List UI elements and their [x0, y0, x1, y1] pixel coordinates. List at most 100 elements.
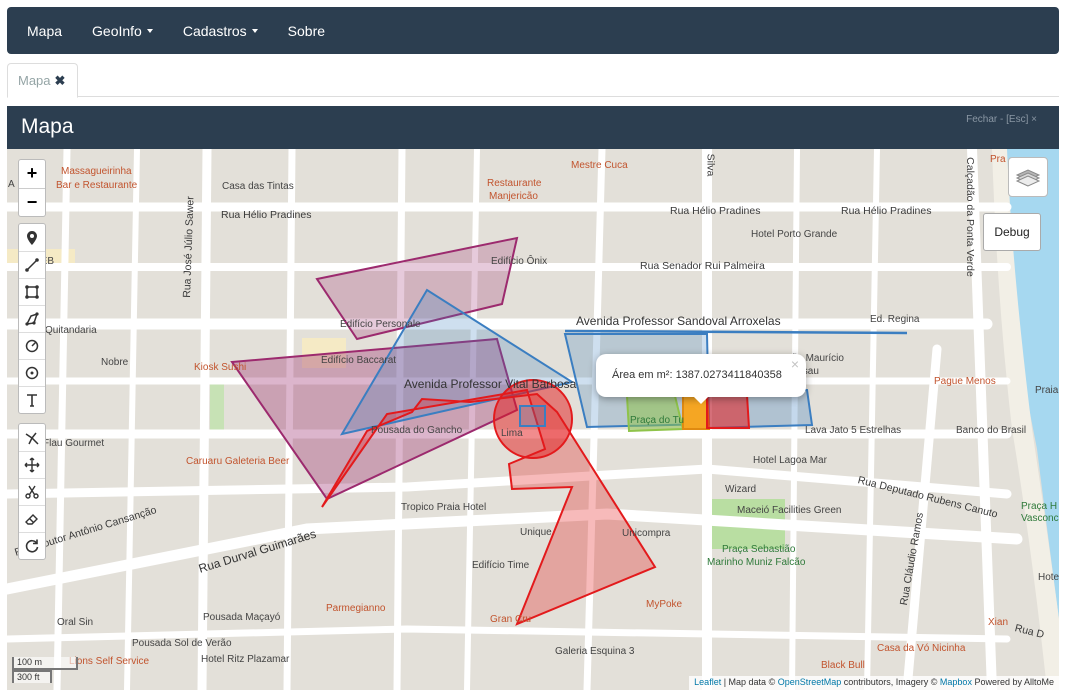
- map-label: Rua Hélio Pradines: [221, 209, 312, 221]
- area-popup: Área em m²: 1387.0273411840358 ×: [596, 354, 806, 404]
- nav-geoinfo-label: GeoInfo: [92, 22, 142, 39]
- map-label: Oral Sin: [57, 617, 94, 628]
- top-navbar: Mapa GeoInfo Cadastros Sobre: [7, 7, 1059, 54]
- attribution-text: Powered by AlltoMe: [971, 677, 1054, 687]
- nav-cadastros-label: Cadastros: [182, 22, 247, 39]
- cut-icon[interactable]: [19, 424, 45, 451]
- map-label: Black Bull: [821, 660, 865, 671]
- attribution-text: | Map data ©: [721, 677, 778, 687]
- map-label: Avenida Professor Vital Barbosa: [404, 377, 577, 391]
- map-label: Gran Cru: [490, 614, 532, 625]
- map-label: Praça Sebastião: [722, 544, 796, 555]
- map-label: Caruaru Galeteria Beer: [186, 456, 290, 467]
- map-label: Edifício Ônix: [491, 256, 548, 267]
- map-label: Edifício Baccarat: [321, 355, 397, 366]
- map-label: Lions Self Service: [69, 656, 150, 667]
- panel-header: Mapa Fechar - [Esc] ×: [7, 106, 1059, 149]
- tab-mapa-label: Mapa: [18, 73, 51, 88]
- map-label: Mestre Cuca: [571, 160, 628, 171]
- map-label: A: [8, 179, 15, 190]
- map-label: Nobre: [101, 357, 129, 368]
- map-label: Xian: [988, 617, 1009, 628]
- zoom-in-button[interactable]: +: [19, 160, 45, 188]
- panel-close-button[interactable]: Fechar - [Esc] ×: [966, 114, 1037, 125]
- map-label: Pra: [990, 154, 1006, 165]
- map-label: Casa da Vó Nicinha: [877, 643, 966, 654]
- zoom-out-button[interactable]: −: [19, 188, 45, 216]
- nav-mapa[interactable]: Mapa: [27, 23, 62, 39]
- map-label: MyPoke: [646, 599, 683, 610]
- rotate-icon[interactable]: [19, 532, 45, 559]
- attribution-text: contributors, Imagery ©: [841, 677, 940, 687]
- attribution: Leaflet | Map data © OpenStreetMap contr…: [689, 676, 1059, 690]
- text-icon[interactable]: [19, 386, 45, 413]
- map-label: Hotel Porto Grande: [751, 229, 838, 240]
- map-label: Pousada Maçayó: [203, 612, 281, 623]
- layers-icon: [1015, 169, 1041, 187]
- nav-mapa-label: Mapa: [27, 22, 63, 39]
- rectangle-icon[interactable]: [19, 278, 45, 305]
- map-label: Praça do Tu: [630, 415, 684, 426]
- map-label: Kiosk Sushi: [194, 362, 247, 373]
- draw-toolbar: [18, 223, 46, 414]
- times-icon[interactable]: ✖: [55, 73, 66, 89]
- map-label: Pague Menos: [934, 376, 996, 387]
- tab-mapa[interactable]: Mapa ✖: [7, 63, 78, 98]
- map-label: Edifício Personale: [340, 319, 421, 330]
- map-label: Quitandaria: [45, 325, 97, 336]
- nav-geoinfo[interactable]: GeoInfo: [92, 23, 153, 39]
- map-label: Rua Hélio Pradines: [841, 205, 932, 217]
- layers-button[interactable]: [1008, 157, 1048, 197]
- map-label: Vasconc: [1021, 513, 1059, 524]
- move-icon[interactable]: [19, 451, 45, 478]
- nav-cadastros[interactable]: Cadastros: [183, 23, 258, 39]
- map-label: Restaurante: [487, 178, 542, 189]
- map-label: Praia: [1035, 385, 1059, 396]
- circle-icon[interactable]: [19, 332, 45, 359]
- panel-title: Mapa: [21, 115, 74, 138]
- map-label: Tropico Praia Hotel: [401, 502, 487, 513]
- map-label: Pousada Sol de Verão: [132, 638, 232, 649]
- polyline-icon[interactable]: [19, 251, 45, 278]
- scissors-icon[interactable]: [19, 478, 45, 505]
- nav-sobre-label: Sobre: [287, 22, 326, 39]
- map-label: Parmegianno: [326, 603, 386, 614]
- map-label: Ed. Regina: [870, 314, 920, 325]
- map-label: Silva: [704, 153, 717, 177]
- popup-text: Área em m²: 1387.0273411840358: [612, 369, 782, 381]
- map-label: Galeria Esquina 3: [555, 646, 635, 657]
- map-label: Casa das Tintas: [222, 181, 294, 192]
- map-label: Massagueirinha: [61, 166, 132, 177]
- eraser-icon[interactable]: [19, 505, 45, 532]
- circle-marker-icon[interactable]: [19, 359, 45, 386]
- nav-sobre[interactable]: Sobre: [288, 23, 325, 39]
- marker-icon[interactable]: [19, 224, 45, 251]
- map-label: Rua Senador Rui Palmeira: [640, 260, 765, 272]
- leaflet-link[interactable]: Leaflet: [694, 677, 721, 687]
- edit-toolbar: [18, 423, 46, 560]
- map-label: Marinho Muniz Falcão: [707, 557, 806, 568]
- popup-close-button[interactable]: ×: [791, 356, 799, 372]
- mapbox-link[interactable]: Mapbox: [940, 677, 972, 687]
- map-label: Avenida Professor Sandoval Arroxelas: [576, 314, 781, 328]
- map-label: Hote: [1038, 572, 1059, 583]
- map-label: Unique: [520, 527, 552, 538]
- tab-bar: Mapa ✖: [7, 63, 1059, 98]
- popup-tip: [692, 395, 710, 404]
- map-label: Hotel Lagoa Mar: [753, 455, 827, 466]
- osm-link[interactable]: OpenStreetMap: [778, 677, 842, 687]
- caret-down-icon: [251, 28, 258, 33]
- map-container[interactable]: Massagueirinha Bar e Restaurante Casa da…: [7, 149, 1059, 690]
- map-label: Bar e Restaurante: [56, 180, 138, 191]
- map-label: Lava Jato 5 Estrelhas: [805, 425, 902, 436]
- map-label: Flau Gourmet: [43, 438, 105, 449]
- polygon-icon[interactable]: [19, 305, 45, 332]
- map-label: Rua Hélio Pradines: [670, 205, 761, 217]
- map-label: Edifício Time: [472, 560, 530, 571]
- scale-bar: 100 m 300 ft: [12, 657, 78, 683]
- scale-metric: 100 m: [12, 657, 78, 670]
- zoom-control: + −: [18, 159, 46, 217]
- debug-button[interactable]: Debug: [983, 213, 1041, 251]
- scale-imperial: 300 ft: [12, 670, 52, 683]
- map-label: Maceió Facilities Green: [737, 505, 842, 516]
